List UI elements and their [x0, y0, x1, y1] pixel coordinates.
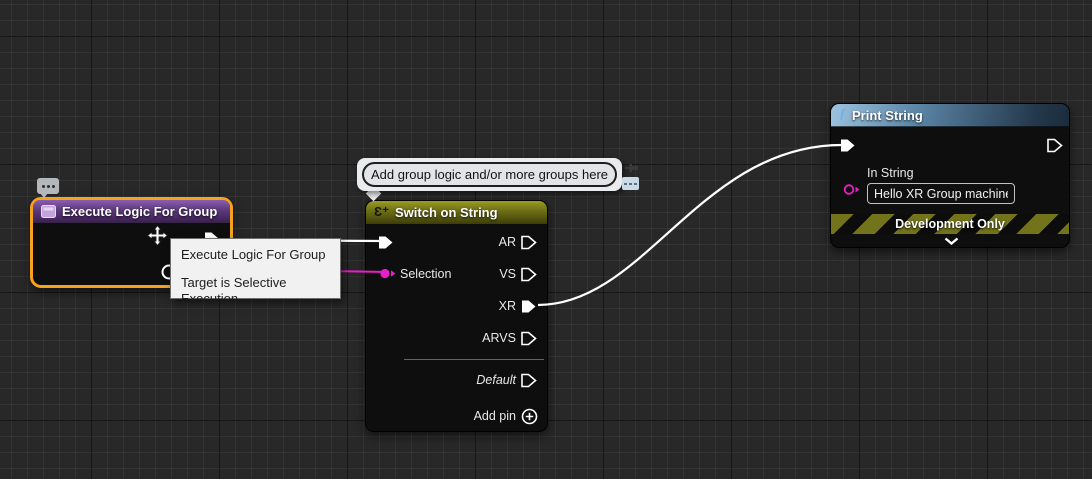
output-pin-default[interactable]: [521, 373, 537, 388]
in-string-pin-label: In String: [867, 166, 914, 180]
default-pin-label: Default: [476, 373, 516, 387]
output-pin-arvs[interactable]: [521, 331, 537, 346]
comment-bubble[interactable]: Add group logic and/or more groups here: [357, 158, 622, 191]
comment-toggle-icon[interactable]: [622, 177, 639, 190]
switch-icon: Ɛ⁺: [374, 204, 389, 220]
comment-bubble-text[interactable]: Add group logic and/or more groups here: [362, 162, 617, 187]
blueprint-canvas[interactable]: Execute Logic For Group Execute Logic Fo…: [0, 0, 1092, 479]
execute-node-title: Execute Logic For Group: [62, 204, 217, 219]
tooltip-title: Execute Logic For Group: [181, 247, 340, 263]
macro-icon: [41, 205, 56, 218]
output-pin-label-ar: AR: [499, 235, 516, 249]
output-pin-ar[interactable]: [521, 235, 537, 250]
function-icon: ƒ: [839, 107, 846, 123]
output-pin-vs[interactable]: [521, 267, 537, 282]
move-cursor-icon: [146, 224, 169, 247]
switch-node-title: Switch on String: [395, 205, 498, 220]
selection-pin-label: Selection: [400, 267, 451, 281]
add-pin-button[interactable]: [521, 408, 538, 425]
in-string-pin[interactable]: [843, 183, 861, 196]
switch-on-string-node[interactable]: Ɛ⁺ Switch on String Selection AR VS XR: [365, 200, 548, 432]
add-pin-label: Add pin: [474, 409, 516, 423]
switch-node-header[interactable]: Ɛ⁺ Switch on String: [366, 201, 547, 224]
node-tooltip: Execute Logic For Group Target is Select…: [170, 238, 341, 299]
exec-input-pin[interactable]: [378, 235, 394, 250]
print-node-title: Print String: [852, 108, 923, 123]
output-pin-xr[interactable]: [521, 299, 537, 314]
chevron-down-icon[interactable]: [944, 237, 959, 246]
selection-string-pin[interactable]: [379, 267, 397, 280]
output-pin-label-xr: XR: [499, 299, 516, 313]
output-pin-label-vs: VS: [499, 267, 516, 281]
exec-output-pin[interactable]: [1047, 138, 1063, 153]
exec-input-pin[interactable]: [840, 138, 856, 153]
pin-icon[interactable]: [624, 161, 640, 176]
tooltip-target: Target is Selective Execution: [181, 275, 340, 307]
development-only-label: Development Only: [895, 217, 1005, 231]
node-comment-icon[interactable]: [37, 178, 59, 194]
execute-node-header[interactable]: Execute Logic For Group: [33, 200, 230, 223]
print-string-node[interactable]: ƒ Print String In String Development Onl…: [830, 103, 1070, 248]
in-string-field[interactable]: [867, 183, 1015, 204]
print-node-header[interactable]: ƒ Print String: [831, 104, 1069, 127]
development-only-band: Development Only: [831, 214, 1069, 234]
pin-divider: [404, 359, 544, 360]
output-pin-label-arvs: ARVS: [482, 331, 516, 345]
